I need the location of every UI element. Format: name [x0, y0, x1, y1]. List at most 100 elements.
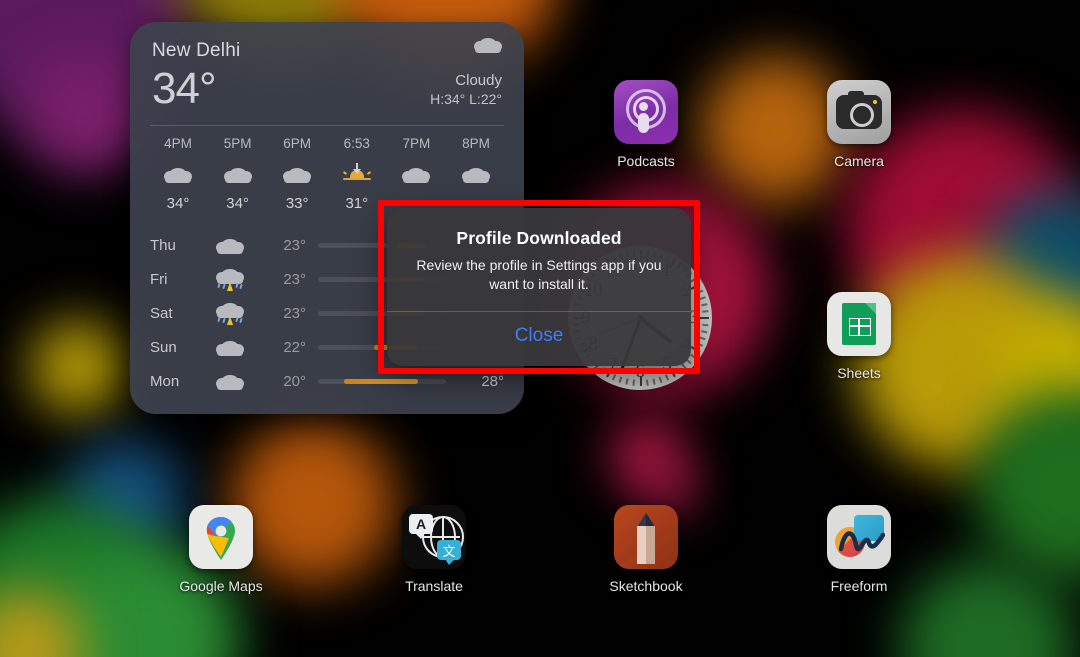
clock-tick: [625, 378, 629, 385]
lightning-icon: [227, 316, 233, 326]
cloud-icon: [283, 166, 312, 184]
hourly-time-label: 6PM: [283, 136, 312, 152]
cloud-icon: [164, 166, 192, 184]
camera-icon: [827, 80, 891, 144]
thunderstorm-icon: [215, 267, 245, 292]
sheets-icon: [827, 292, 891, 356]
podcasts-icon: [614, 80, 678, 144]
rain-drop-icon: [217, 317, 221, 323]
daily-weather-icon: [204, 267, 256, 292]
hourly-forecast-item: 6:53 31°: [331, 136, 383, 212]
hourly-temperature: 33°: [285, 195, 309, 213]
weather-header: Cloudy H:34° L:22° New Delhi 34°: [130, 22, 524, 113]
daily-weather-icon: [204, 301, 256, 326]
clock-tick: [701, 303, 708, 306]
hourly-weather-icon: [461, 159, 490, 189]
hourly-temperature: 31°: [345, 195, 369, 213]
hourly-weather-icon: [342, 159, 372, 189]
weather-high-low: H:34° L:22°: [430, 91, 502, 107]
hourly-time-label: 4PM: [164, 136, 192, 152]
hourly-weather-icon: [223, 159, 252, 189]
clock-tick: [701, 330, 708, 333]
rain-drop-icon: [235, 283, 239, 289]
clock-tick: [699, 296, 706, 300]
hourly-temperature: 34°: [166, 195, 190, 213]
hourly-forecast-item: 6PM 33°: [271, 136, 323, 212]
daily-weather-icon: [204, 373, 256, 391]
daily-day-label: Sat: [150, 304, 173, 322]
daily-low-temperature: 23°: [283, 236, 306, 254]
cloud-icon: [216, 339, 244, 357]
app-label: Podcasts: [617, 153, 675, 169]
hourly-forecast-item: 8PM: [450, 136, 502, 212]
hourly-time-label: 8PM: [462, 136, 490, 152]
app-camera[interactable]: Camera: [799, 80, 919, 169]
app-translate[interactable]: A 文 Translate: [374, 505, 494, 594]
daily-low-temperature: 22°: [283, 338, 306, 356]
app-label: Freeform: [830, 578, 888, 594]
hourly-forecast-item: 4PM 34°: [152, 136, 204, 212]
clock-tick: [697, 342, 704, 347]
daily-low-temperature: 20°: [283, 372, 306, 390]
hourly-temperature: 34°: [226, 195, 249, 213]
rain-drop-icon: [239, 318, 243, 324]
clock-tick: [702, 323, 709, 326]
app-podcasts[interactable]: Podcasts: [586, 80, 706, 169]
daily-high-temperature: 28°: [481, 372, 504, 390]
cloud-icon: [216, 267, 244, 285]
hourly-weather-icon: [164, 159, 192, 189]
app-sketchbook[interactable]: Sketchbook: [586, 505, 706, 594]
cloud-icon: [216, 237, 244, 255]
alert-body: Profile Downloaded Review the profile in…: [387, 208, 691, 311]
clock-tick: [690, 346, 701, 353]
daily-low-temperature: 23°: [283, 304, 306, 322]
hourly-weather-icon: [402, 159, 431, 189]
rain-drop-icon: [235, 317, 239, 323]
screen: Cloudy H:34° L:22° New Delhi 34° 4PM 34° 5…: [0, 0, 1080, 657]
clock-tick: [646, 379, 649, 386]
daily-range-fill: [343, 378, 418, 384]
hourly-forecast: 4PM 34° 5PM 34° 6PM 33° 6:53 31° 7PM 8PM: [130, 126, 524, 212]
daily-day-label: Fri: [150, 270, 168, 288]
rain-drop-icon: [222, 318, 226, 324]
rain-drop-icon: [222, 284, 226, 290]
clock-tick: [699, 336, 706, 340]
daily-low-temperature: 23°: [283, 270, 306, 288]
clock-tick: [681, 363, 687, 370]
clock-tick: [600, 367, 605, 374]
clock-tick: [699, 317, 709, 319]
freeform-icon: [827, 505, 891, 569]
app-label: Google Maps: [179, 578, 263, 594]
clock-tick: [697, 289, 704, 294]
cloud-icon: [223, 166, 252, 184]
hourly-weather-icon: [283, 159, 312, 189]
yellow-orb-left: [30, 320, 125, 415]
pink-dot: [648, 466, 692, 510]
hourly-time-label: 5PM: [223, 136, 252, 152]
daily-weather-icon: [204, 339, 256, 357]
lightning-icon: [227, 282, 233, 292]
clock-tick: [702, 310, 709, 313]
app-label: Camera: [834, 153, 884, 169]
hourly-forecast-item: 5PM 34°: [212, 136, 264, 212]
daily-temperature-range-bar: [318, 378, 446, 384]
app-sheets[interactable]: Sheets: [799, 292, 919, 381]
daily-forecast-row: Mon 20° 28°: [150, 364, 504, 398]
app-label: Sketchbook: [609, 578, 683, 594]
translate-icon: A文: [402, 505, 466, 569]
close-button[interactable]: Close: [387, 312, 691, 360]
thunderstorm-icon: [215, 301, 245, 326]
rain-drop-icon: [239, 284, 243, 290]
app-google-maps[interactable]: Google Maps: [161, 505, 281, 594]
app-freeform[interactable]: Freeform: [799, 505, 919, 594]
rain-drop-icon: [217, 283, 221, 289]
clock-tick: [619, 376, 623, 383]
alert-title: Profile Downloaded: [456, 228, 622, 248]
weather-summary: Cloudy H:34° L:22°: [430, 36, 502, 107]
cloud-icon: [216, 373, 244, 391]
clock-tick: [676, 367, 682, 374]
sketchbook-icon: [614, 505, 678, 569]
cloud-icon: [474, 36, 502, 53]
clock-tick: [652, 378, 656, 385]
daily-day-label: Sun: [150, 338, 177, 356]
